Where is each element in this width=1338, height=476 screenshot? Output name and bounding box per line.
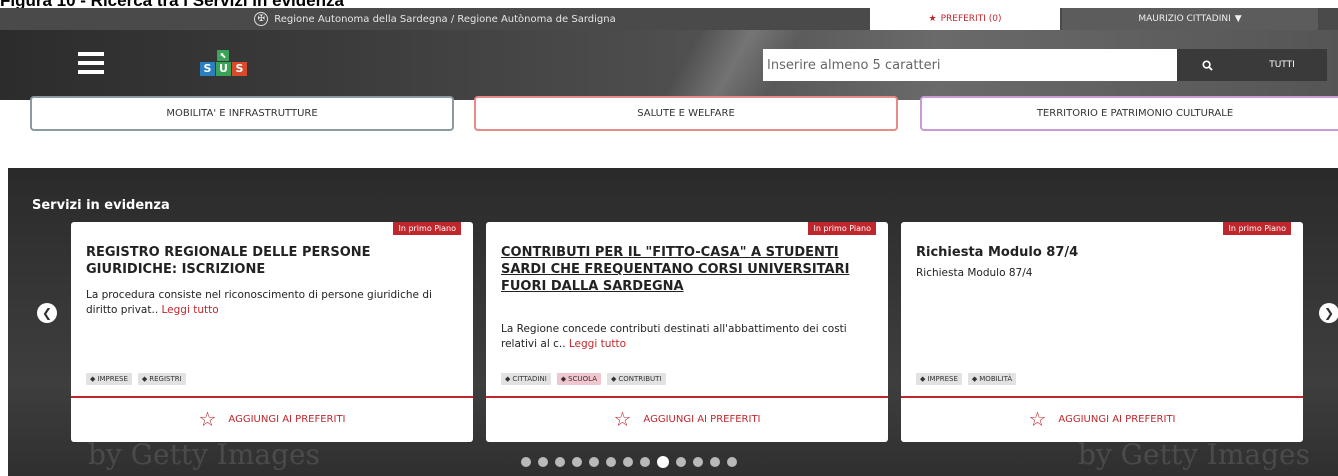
card-divider [901,396,1303,398]
tag-list: ◆ IMPRESE ◆ MOBILITÀ [916,373,1017,385]
document-caption: Figura 10 - Ricerca tra i Servizi in evi… [0,0,600,8]
tag[interactable]: ◆ REGISTRI [137,373,186,385]
card-description: Richiesta Modulo 87/4 [916,266,1275,281]
carousel-dot[interactable] [555,457,565,467]
carousel-dot[interactable] [589,457,599,467]
logo-flag: ⬉ [217,50,229,61]
category-salute[interactable]: SALUTE E WELFARE [474,96,898,131]
read-more-link[interactable]: Leggi tutto [162,304,219,316]
carousel-dot[interactable] [676,457,686,467]
category-territorio[interactable]: TERRITORIO E PATRIMONIO CULTURALE [920,96,1338,131]
card-title[interactable]: REGISTRO REGIONALE DELLE PERSONE GIURIDI… [86,244,445,278]
tag[interactable]: ◆ CITTADINI [501,373,551,385]
tag-icon: ◆ [971,375,978,383]
add-to-favorites-button[interactable]: ☆ AGGIUNGI AI PREFERITI [901,404,1303,434]
favorites-label: PREFERITI (0) [940,14,1002,24]
servizi-section: by Getty Images by Getty Images Servizi … [8,168,1338,476]
region-text: Regione Autonoma della Sardegna / Region… [274,13,616,25]
sus-logo[interactable]: ⬉ S U S [200,50,248,78]
service-card[interactable]: In primo Piano CONTRIBUTI PER IL "FITTO-… [486,222,888,442]
star-outline-icon: ☆ [613,407,632,431]
add-favorites-label: AGGIUNGI AI PREFERITI [643,413,761,425]
logo-letter: S [200,62,215,76]
carousel-next-icon[interactable]: ❯ [1319,303,1338,323]
tag-label: MOBILITÀ [979,375,1013,383]
section-title: Servizi in evidenza [32,198,170,213]
tag-label: CITTADINI [512,375,547,383]
add-favorites-label: AGGIUNGI AI PREFERITI [1058,413,1176,425]
search-icon [1201,59,1213,71]
tag[interactable]: ◆ IMPRESE [916,373,962,385]
chevron-down-icon: ▼ [1234,14,1242,24]
tag[interactable]: ◆ MOBILITÀ [967,373,1017,385]
search-scope-button[interactable]: TUTTI [1237,49,1327,81]
tag-icon: ◆ [611,375,617,383]
logo-letter: S [232,62,247,76]
user-name: MAURIZIO CITTADINI [1138,14,1231,24]
carousel-dot[interactable] [623,457,633,467]
description-text: Richiesta Modulo 87/4 [916,267,1033,279]
watermark-left: by Getty Images [88,438,320,471]
tag-icon: ◆ [560,375,567,383]
tag-label: REGISTRI [149,375,182,383]
tag-list: ◆ CITTADINI ◆ SCUOLA ◆ CONTRIBUTI [501,373,666,385]
tag-icon: ◆ [505,375,511,383]
tag-label: IMPRESE [97,375,128,383]
carousel-dot[interactable] [657,456,669,468]
tag[interactable]: ◆ SCUOLA [556,373,601,385]
tag[interactable]: ◆ IMPRESE [86,373,132,385]
carousel-dot[interactable] [693,457,703,467]
tag-label: IMPRESE [927,375,958,383]
carousel-dot[interactable] [640,457,650,467]
crest-icon: ✠ [254,12,269,26]
logo-letter: U [216,62,231,76]
carousel-dot[interactable] [727,457,737,467]
service-card[interactable]: In primo Piano REGISTRO REGIONALE DELLE … [71,222,473,442]
add-favorites-label: AGGIUNGI AI PREFERITI [228,413,346,425]
card-description: La Regione concede contributi destinati … [501,322,860,352]
add-to-favorites-button[interactable]: ☆ AGGIUNGI AI PREFERITI [486,404,888,434]
hamburger-menu-icon[interactable] [78,52,104,74]
tag-icon: ◆ [920,375,926,383]
carousel-prev-icon[interactable]: ❮ [37,303,57,323]
card-description: La procedura consiste nel riconoscimento… [86,288,445,318]
user-menu[interactable]: MAURIZIO CITTADINI ▼ [1062,8,1318,30]
tag-label: CONTRIBUTI [618,375,662,383]
card-title[interactable]: Richiesta Modulo 87/4 [916,244,1275,261]
service-card[interactable]: In primo Piano Richiesta Modulo 87/4 Ric… [901,222,1303,442]
tag-label: SCUOLA [568,375,597,383]
tag-icon: ◆ [141,375,148,383]
carousel-dot[interactable] [710,457,720,467]
card-divider [486,396,888,398]
category-mobilita[interactable]: MOBILITA' E INFRASTRUTTURE [30,96,454,131]
search-input[interactable] [763,49,1177,81]
tag-icon: ◆ [90,375,96,383]
star-icon: ★ [928,14,937,24]
in-primo-piano-badge: In primo Piano [1223,222,1291,235]
watermark-right: by Getty Images [1078,438,1310,471]
tag-list: ◆ IMPRESE ◆ REGISTRI [86,373,186,385]
star-outline-icon: ☆ [198,407,217,431]
search-button[interactable] [1177,49,1237,81]
star-outline-icon: ☆ [1028,407,1047,431]
hero-header: ⬉ S U S TUTTI [0,30,1338,100]
description-text: La Regione concede contributi destinati … [501,323,847,350]
region-banner[interactable]: ✠ Regione Autonoma della Sardegna / Regi… [0,8,870,30]
carousel-dot[interactable] [572,457,582,467]
carousel-dot[interactable] [538,457,548,467]
top-bar: ✠ Regione Autonoma della Sardegna / Regi… [0,8,1338,30]
in-primo-piano-badge: In primo Piano [393,222,461,235]
carousel-pagination [521,456,737,468]
add-to-favorites-button[interactable]: ☆ AGGIUNGI AI PREFERITI [71,404,473,434]
favorites-link[interactable]: ★ PREFERITI (0) [870,8,1060,30]
read-more-link[interactable]: Leggi tutto [569,338,626,350]
carousel-dot[interactable] [521,457,531,467]
in-primo-piano-badge: In primo Piano [808,222,876,235]
card-divider [71,396,473,398]
tag[interactable]: ◆ CONTRIBUTI [607,373,666,385]
card-title[interactable]: CONTRIBUTI PER IL "FITTO-CASA" A STUDENT… [501,244,860,295]
description-text: La procedura consiste nel riconoscimento… [86,289,432,316]
carousel-dot[interactable] [606,457,616,467]
